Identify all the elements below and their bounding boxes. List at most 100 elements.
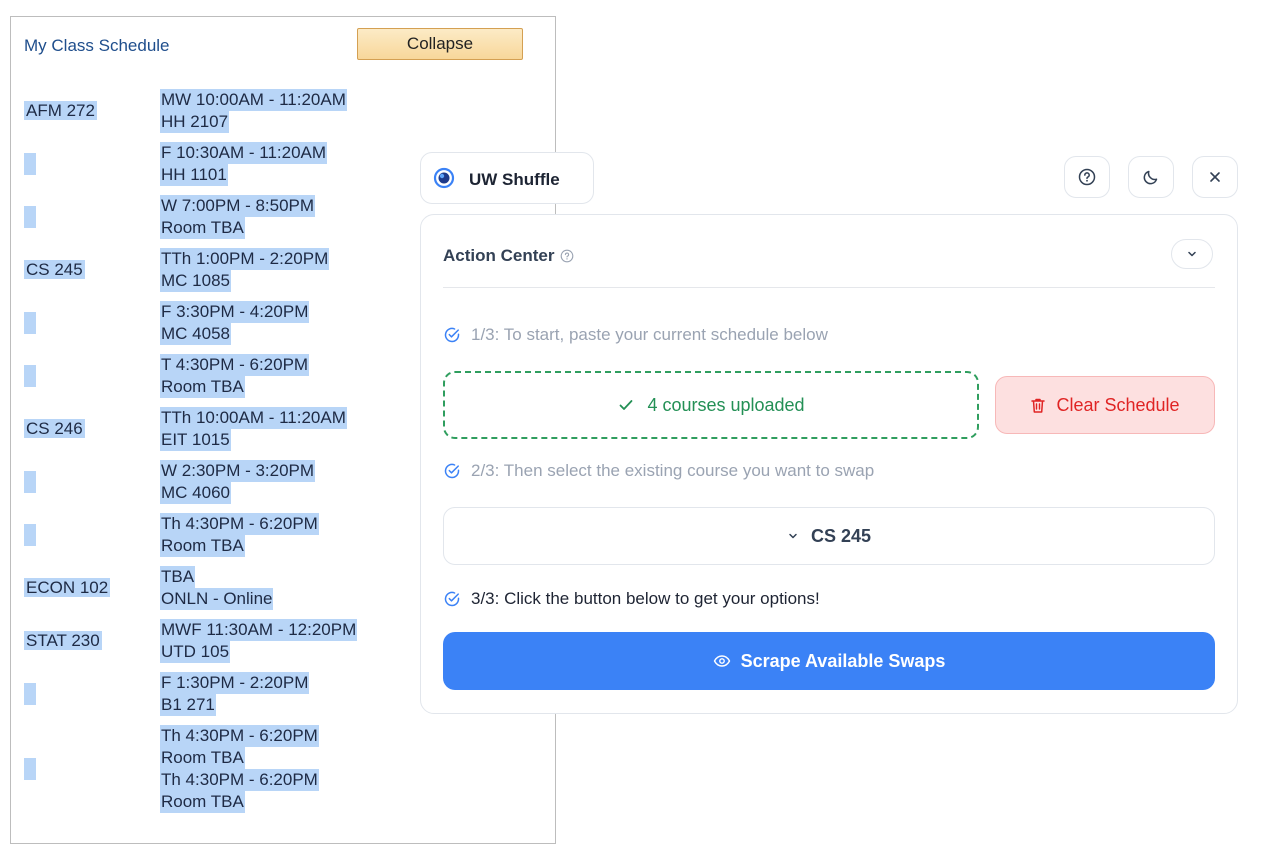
close-icon — [1210, 172, 1220, 182]
selection-highlight — [24, 524, 36, 546]
step-3: 3/3: Click the button below to get your … — [443, 589, 820, 609]
info-icon[interactable] — [560, 249, 574, 263]
close-button[interactable] — [1192, 156, 1238, 198]
meeting-location: Room TBA — [160, 217, 245, 239]
course-code: CS 246 — [24, 418, 85, 440]
course-code-text: STAT 230 — [24, 631, 102, 650]
course-select[interactable]: CS 245 — [443, 507, 1215, 565]
meeting-time: F 10:30AM - 11:20AM — [160, 142, 328, 164]
chevron-down-icon — [1188, 251, 1196, 257]
selection-highlight — [24, 471, 36, 493]
action-center-header: Action Center — [443, 246, 574, 266]
meeting-location: Room TBA — [160, 791, 245, 813]
meeting-info: Th 4:30PM - 6:20PM Room TBA — [160, 513, 319, 557]
meeting-location: EIT 1015 — [160, 429, 231, 451]
course-code — [24, 206, 36, 228]
course-code — [24, 365, 36, 387]
meeting-info: TBA ONLN - Online — [160, 566, 274, 610]
meeting-info: TTh 10:00AM - 11:20AM EIT 1015 — [160, 407, 347, 451]
course-code-text: AFM 272 — [24, 101, 97, 120]
scrape-swaps-label: Scrape Available Swaps — [740, 650, 946, 671]
help-icon — [1078, 168, 1096, 186]
check-circle-icon — [444, 463, 460, 479]
meeting-info: W 2:30PM - 3:20PM MC 4060 — [160, 460, 316, 504]
upload-status-text: 4 courses uploaded — [647, 394, 805, 415]
selection-highlight — [24, 683, 36, 705]
meeting-info: F 1:30PM - 2:20PM B1 271 — [160, 672, 310, 716]
meeting-info: W 7:00PM - 8:50PM Room TBA — [160, 195, 316, 239]
action-center-toggle[interactable] — [1171, 239, 1213, 269]
check-circle-icon — [444, 591, 460, 607]
meeting-location: MC 4058 — [160, 323, 231, 345]
course-code-text: ECON 102 — [24, 578, 111, 597]
meeting-location: HH 1101 — [160, 164, 228, 186]
action-center-card: Action Center 1/3: To start, paste your … — [420, 214, 1238, 714]
trash-icon — [1031, 398, 1046, 413]
meeting-info: T 4:30PM - 6:20PM Room TBA — [160, 354, 310, 398]
meeting-info: Th 4:30PM - 6:20PM Room TBA Th 4:30PM - 6:… — [160, 725, 319, 813]
schedule-drop-zone[interactable]: 4 courses uploaded — [443, 371, 979, 439]
meeting-location: MC 4060 — [160, 482, 231, 504]
step-1-text: 1/3: To start, paste your current schedu… — [471, 325, 828, 344]
selection-highlight — [24, 153, 36, 175]
meeting-time: F 1:30PM - 2:20PM — [160, 672, 310, 694]
course-code-text: CS 245 — [24, 260, 85, 279]
course-code: CS 245 — [24, 259, 85, 281]
course-code — [24, 683, 36, 705]
meeting-time: TTh 1:00PM - 2:20PM — [160, 248, 330, 270]
clear-schedule-label: Clear Schedule — [1056, 394, 1180, 415]
collapse-button[interactable]: Collapse — [357, 28, 523, 60]
course-code: ECON 102 — [24, 577, 111, 599]
meeting-info: MWF 11:30AM - 12:20PM UTD 105 — [160, 619, 358, 663]
meeting-time: MWF 11:30AM - 12:20PM — [160, 619, 358, 641]
check-circle-icon — [444, 327, 460, 343]
meeting-location: ONLN - Online — [160, 588, 274, 610]
clear-schedule-button[interactable]: Clear Schedule — [995, 376, 1215, 434]
meeting-location: UTD 105 — [160, 641, 231, 663]
course-code-text: CS 246 — [24, 419, 85, 438]
schedule-row: Th 4:30PM - 6:20PM Room TBA Th 4:30PM - 6:… — [24, 725, 524, 822]
step-2-text: 2/3: Then select the existing course you… — [471, 461, 875, 480]
step-1: 1/3: To start, paste your current schedu… — [443, 325, 828, 345]
meeting-location: Room TBA — [160, 747, 245, 769]
meeting-location: Room TBA — [160, 535, 245, 557]
course-code — [24, 471, 36, 493]
course-code — [24, 153, 36, 175]
action-center-title: Action Center — [443, 246, 555, 265]
meeting-time: F 3:30PM - 4:20PM — [160, 301, 310, 323]
meeting-time: Th 4:30PM - 6:20PM — [160, 513, 319, 535]
schedule-row: AFM 272 MW 10:00AM - 11:20AM HH 2107 — [24, 89, 524, 142]
eye-icon — [713, 655, 730, 667]
app-logo-icon — [433, 167, 455, 189]
selection-highlight — [24, 365, 36, 387]
meeting-location: MC 1085 — [160, 270, 231, 292]
check-icon — [620, 400, 633, 410]
course-code: AFM 272 — [24, 100, 97, 122]
schedule-title: My Class Schedule — [24, 36, 170, 55]
step-2: 2/3: Then select the existing course you… — [443, 461, 874, 481]
meeting-location: B1 271 — [160, 694, 216, 716]
meeting-time: TTh 10:00AM - 11:20AM — [160, 407, 347, 429]
meeting-info: F 3:30PM - 4:20PM MC 4058 — [160, 301, 310, 345]
meeting-time: T 4:30PM - 6:20PM — [160, 354, 310, 376]
meeting-info: TTh 1:00PM - 2:20PM MC 1085 — [160, 248, 330, 292]
help-button[interactable] — [1064, 156, 1110, 198]
meeting-location: Room TBA — [160, 376, 245, 398]
dark-mode-button[interactable] — [1128, 156, 1174, 198]
course-code — [24, 312, 36, 334]
meeting-info: F 10:30AM - 11:20AM HH 1101 — [160, 142, 328, 186]
meeting-location: HH 2107 — [160, 111, 230, 133]
meeting-time: W 2:30PM - 3:20PM — [160, 460, 316, 482]
meeting-info: MW 10:00AM - 11:20AM HH 2107 — [160, 89, 347, 133]
scrape-swaps-button[interactable]: Scrape Available Swaps — [443, 632, 1215, 690]
divider — [443, 287, 1215, 288]
meeting-time: Th 4:30PM - 6:20PM — [160, 725, 319, 747]
meeting-time: Th 4:30PM - 6:20PM — [160, 769, 319, 791]
selection-highlight — [24, 312, 36, 334]
meeting-time: W 7:00PM - 8:50PM — [160, 195, 316, 217]
course-code — [24, 524, 36, 546]
course-code — [24, 758, 36, 780]
selected-course: CS 245 — [810, 525, 872, 546]
app-header: UW Shuffle — [420, 152, 594, 204]
moon-icon — [1143, 170, 1158, 185]
